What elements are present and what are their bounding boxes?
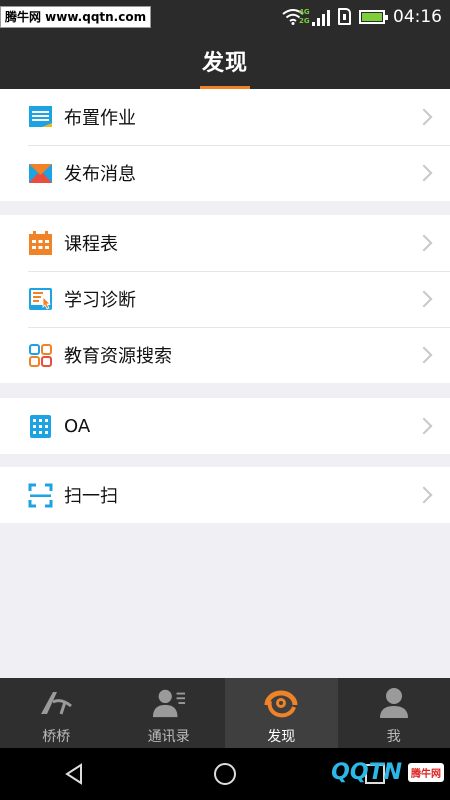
tab-label: 我 xyxy=(386,729,401,745)
oa-icon xyxy=(28,414,53,439)
clock: 04:16 xyxy=(393,6,442,27)
chevron-right-icon xyxy=(415,108,433,126)
qqtn-watermark: QQTN 腾牛网 xyxy=(331,752,444,792)
menu-item-learning-diagnosis[interactable]: 学习诊断 xyxy=(0,271,450,327)
discover-icon xyxy=(264,686,298,720)
tab-me[interactable]: 我 xyxy=(338,678,450,748)
menu-item-schedule[interactable]: 课程表 xyxy=(0,215,450,271)
tab-label: 通讯录 xyxy=(147,729,190,745)
network-type-2g: 2G xyxy=(299,16,310,25)
menu-item-label: 课程表 xyxy=(64,234,118,255)
back-triangle-icon xyxy=(65,763,82,785)
homework-icon xyxy=(28,105,53,130)
scan-icon xyxy=(28,483,53,508)
battery-icon xyxy=(359,9,388,24)
bridge-icon xyxy=(39,686,73,720)
tab-qiaoqiao[interactable]: 桥桥 xyxy=(0,678,113,748)
chevron-right-icon xyxy=(415,164,433,182)
page-header: 发现 xyxy=(0,33,450,89)
chevron-right-icon xyxy=(415,290,433,308)
menu-item-label: 学习诊断 xyxy=(64,290,136,311)
home-circle-icon xyxy=(214,763,236,785)
menu-item-publish-message[interactable]: 发布消息 xyxy=(0,145,450,201)
message-envelope-icon xyxy=(28,161,53,186)
chevron-right-icon xyxy=(415,417,433,435)
tab-label: 桥桥 xyxy=(42,729,71,745)
chevron-right-icon xyxy=(415,346,433,364)
menu-item-label: 扫一扫 xyxy=(64,486,118,507)
back-button[interactable] xyxy=(45,748,105,800)
chevron-right-icon xyxy=(415,486,433,504)
menu-item-scan[interactable]: 扫一扫 xyxy=(0,467,450,523)
sim-icon xyxy=(338,8,351,25)
menu-item-resource-search[interactable]: 教育资源搜索 xyxy=(0,327,450,383)
page-title: 发现 xyxy=(201,51,248,76)
status-bar: 腾牛网 www.qqtn.com 4G 2G 04:16 xyxy=(0,0,450,33)
tab-label: 发现 xyxy=(267,729,296,745)
status-icons: 4G 2G 04:16 xyxy=(282,7,442,27)
person-icon xyxy=(377,686,411,720)
cellular-signal-icon: 4G 2G xyxy=(299,8,330,26)
home-button[interactable] xyxy=(195,748,255,800)
watermark-badge: 腾牛网 xyxy=(408,762,444,782)
tab-discover[interactable]: 发现 xyxy=(225,678,338,748)
menu-group-4: 扫一扫 xyxy=(0,467,450,523)
chevron-right-icon xyxy=(415,234,433,252)
calendar-icon xyxy=(28,230,53,256)
watermark-text: 腾牛网 www.qqtn.com xyxy=(0,5,152,28)
menu-item-label: OA xyxy=(64,415,91,437)
menu-item-label: 发布消息 xyxy=(64,164,136,185)
bottom-tab-bar: 桥桥 通讯录 发现 我 xyxy=(0,678,450,748)
diagnosis-icon xyxy=(28,287,53,312)
network-type-4g: 4G xyxy=(299,7,310,16)
contacts-icon xyxy=(152,686,186,720)
menu-group-2: 课程表 学习诊断 教育资源搜索 xyxy=(0,215,450,383)
menu-group-3: OA xyxy=(0,398,450,454)
menu-item-oa[interactable]: OA xyxy=(0,398,450,454)
tab-contacts[interactable]: 通讯录 xyxy=(113,678,226,748)
menu-item-label: 布置作业 xyxy=(64,108,136,129)
watermark-brand: QQTN xyxy=(331,759,402,785)
resource-grid-icon xyxy=(28,343,53,368)
menu-item-label: 教育资源搜索 xyxy=(64,346,172,367)
menu-group-1: 布置作业 发布消息 xyxy=(0,89,450,201)
menu-item-homework[interactable]: 布置作业 xyxy=(0,89,450,145)
